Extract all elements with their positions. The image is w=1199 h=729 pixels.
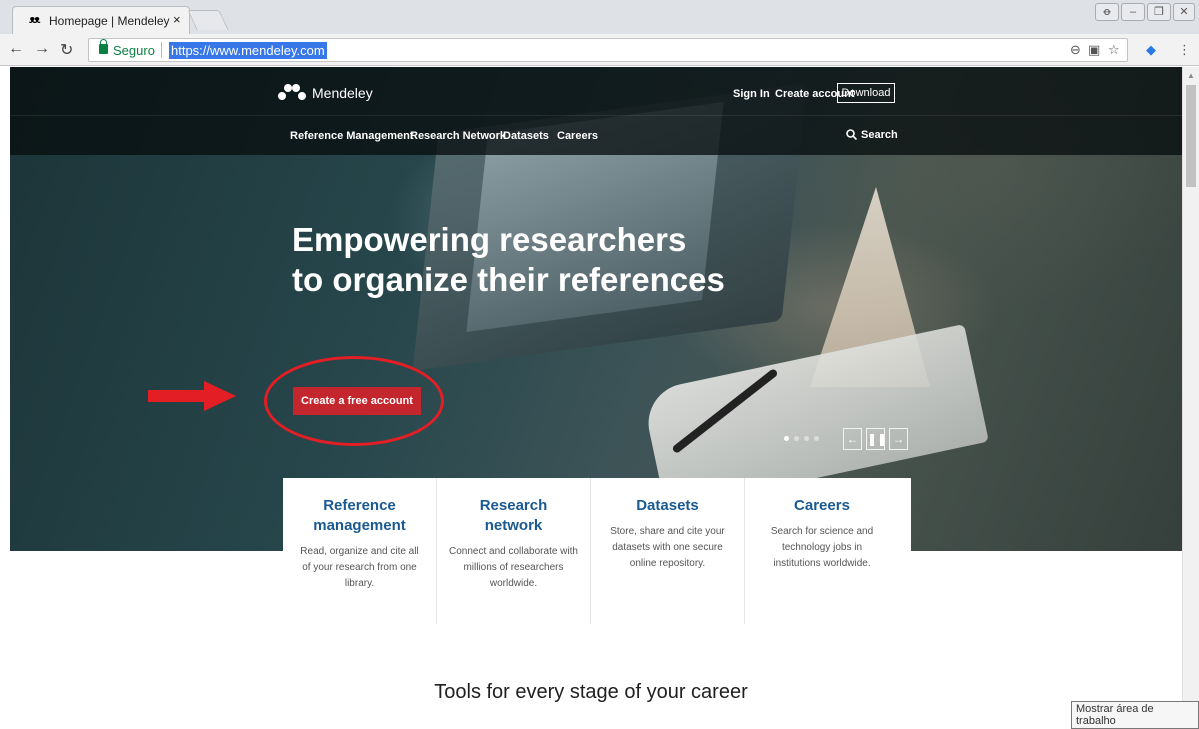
back-icon[interactable]: ← [8,40,24,58]
zoom-icon[interactable]: ⊖ [1070,42,1081,58]
secure-label: Seguro [113,43,155,58]
tab-close-icon[interactable]: × [173,12,181,27]
hero-headline-line1: Empowering researchers [292,221,687,258]
card-research-network[interactable]: Research network Connect and collaborate… [437,478,591,624]
user-profile-icon[interactable]: ꝋ [1095,3,1119,21]
close-window-icon[interactable]: ✕ [1173,3,1195,21]
search-icon [846,129,858,141]
card-description: Search for science and technology jobs i… [770,526,874,569]
minimize-icon[interactable]: – [1121,3,1145,21]
card-description: Connect and collaborate with millions of… [449,546,578,589]
scrollbar-thumb[interactable] [1186,85,1196,187]
scroll-up-icon[interactable]: ▲ [1187,71,1195,80]
slide-dot[interactable] [804,436,809,441]
extension-icon[interactable]: ◆ [1146,42,1156,58]
nav-careers[interactable]: Careers [557,130,598,142]
create-free-account-button[interactable]: Create a free account [293,387,421,415]
menu-icon[interactable]: ⋮ [1178,42,1191,58]
card-description: Store, share and cite your datasets with… [610,526,725,569]
card-description: Read, organize and cite all of your rese… [300,546,419,589]
card-title: Research network [479,497,548,534]
tools-section-title: Tools for every stage of your career [434,681,748,703]
mendeley-logo[interactable]: Mendeley [278,84,373,102]
search-link[interactable]: Search [846,129,898,141]
card-title: Reference management [313,497,406,534]
new-tab-button[interactable] [187,10,229,30]
card-datasets[interactable]: Datasets Store, share and cite your data… [591,478,745,624]
hero-headline-line2: to organize their references [292,261,725,298]
omnibox-separator [161,42,162,58]
mendeley-logo-icon [278,84,306,102]
browser-tab[interactable]: ᴥᴥ Homepage | Mendeley × [12,6,190,34]
card-reference-management[interactable]: Reference management Read, organize and … [283,478,437,624]
tab-title: Homepage | Mendeley [49,14,170,28]
nav-reference-management[interactable]: Reference Management [290,130,414,142]
slide-dot[interactable] [794,436,799,441]
nav-datasets[interactable]: Datasets [503,130,549,142]
maximize-icon[interactable]: ❐ [1147,3,1171,21]
browser-tab-bar: ᴥᴥ Homepage | Mendeley × ꝋ – ❐ ✕ [0,0,1199,34]
taskbar-tooltip: Mostrar área de trabalho [1071,701,1199,729]
bookmark-star-icon[interactable]: ☆ [1108,42,1120,58]
sign-in-link[interactable]: Sign In [733,88,770,100]
annotation-arrow-icon [148,381,236,411]
hero-headline: Empowering researchers to organize their… [292,220,725,300]
slide-dot[interactable] [784,436,789,441]
prev-slide-icon[interactable]: ← [843,428,862,450]
forward-icon[interactable]: → [34,40,50,58]
browser-toolbar: ← → ↻ Seguro https://www.mendeley.com ⊖ … [0,34,1199,66]
header-divider [10,115,1182,116]
slide-dot[interactable] [814,436,819,441]
logo-text: Mendeley [312,85,373,101]
nav-research-network[interactable]: Research Network [410,130,506,142]
address-bar[interactable]: Seguro https://www.mendeley.com [88,38,1128,62]
next-slide-icon[interactable]: → [889,428,908,450]
mendeley-favicon-icon: ᴥᴥ [29,14,40,26]
pause-slide-icon[interactable]: ❚❚ [866,428,887,450]
url-text[interactable]: https://www.mendeley.com [169,42,327,59]
card-title: Careers [794,497,850,514]
web-page: Mendeley Sign In Create account Download… [0,67,1182,719]
lock-icon [99,39,108,54]
page-scrollbar[interactable]: ▲ [1182,67,1199,719]
translate-icon[interactable]: ▣ [1088,42,1100,58]
download-button[interactable]: Download [837,83,895,103]
card-careers[interactable]: Careers Search for science and technolog… [745,478,899,624]
reload-icon[interactable]: ↻ [60,40,73,60]
card-title: Datasets [636,497,699,514]
feature-cards: Reference management Read, organize and … [283,478,911,624]
search-label: Search [861,129,898,141]
slide-indicators [784,436,819,441]
